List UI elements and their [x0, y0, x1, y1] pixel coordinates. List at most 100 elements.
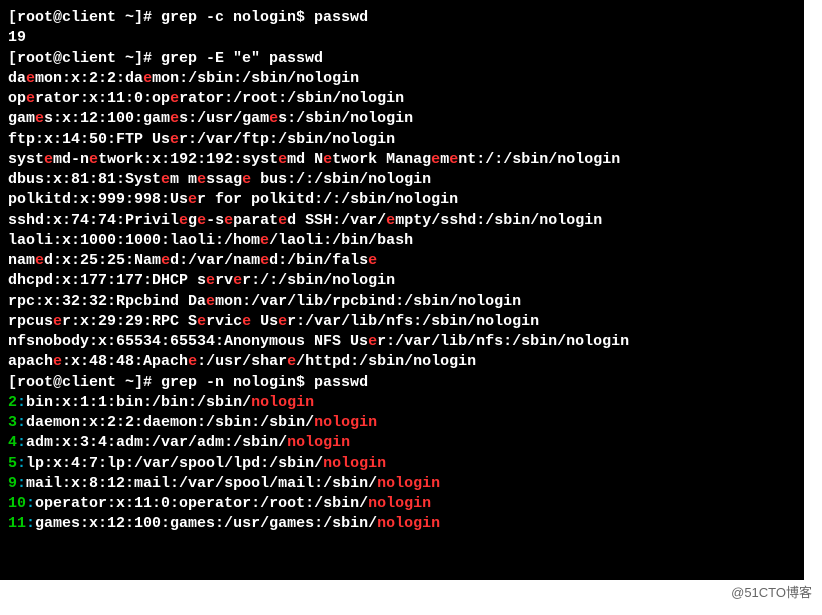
output-text: r:x:29:29:RPC S	[62, 313, 197, 330]
output-text: dhcpd:x:177:177:DHCP s	[8, 272, 206, 289]
match-highlight: e	[368, 252, 377, 269]
shell-prompt: [root@client ~]#	[8, 374, 161, 391]
grep-output-line: laoli:x:1000:1000:laoli:/home/laoli:/bin…	[8, 231, 796, 251]
grep-output-line: operator:x:11:0:operator:/root:/sbin/nol…	[8, 89, 796, 109]
output-text: op	[8, 90, 26, 107]
watermark-text: @51CTO博客	[0, 582, 822, 601]
line-number: 11	[8, 515, 26, 532]
match-highlight: e	[287, 353, 296, 370]
match-highlight: e	[431, 151, 440, 168]
output-text: nam	[8, 252, 35, 269]
output-text: rator:x:11:0:op	[35, 90, 170, 107]
output-text: d:x:25:25:Nam	[44, 252, 161, 269]
grep-numbered-line: 10:operator:x:11:0:operator:/root:/sbin/…	[8, 494, 796, 514]
match-highlight: e	[143, 70, 152, 87]
shell-prompt: [root@client ~]#	[8, 50, 161, 67]
output-text: da	[8, 70, 26, 87]
match-highlight: nologin	[251, 394, 314, 411]
output-text: rvic	[206, 313, 242, 330]
output-text: laoli:x:1000:1000:laoli:/hom	[8, 232, 260, 249]
grep-numbered-line: 11:games:x:12:100:games:/usr/games:/sbin…	[8, 514, 796, 534]
match-highlight: e	[269, 110, 278, 127]
match-highlight: nologin	[377, 475, 440, 492]
match-highlight: e	[242, 313, 251, 330]
output-text: gam	[8, 110, 35, 127]
output-text: s:/sbin/nologin	[278, 110, 413, 127]
match-highlight: e	[206, 293, 215, 310]
output-text: syst	[8, 151, 44, 168]
output-text: mon:x:2:2:da	[35, 70, 143, 87]
match-highlight: e	[260, 232, 269, 249]
match-highlight: e	[35, 252, 44, 269]
separator-colon: :	[17, 475, 26, 492]
separator-colon: :	[26, 495, 35, 512]
output-text: md N	[287, 151, 323, 168]
output-text: g	[188, 212, 197, 229]
output-text: m	[440, 151, 449, 168]
match-highlight: e	[242, 171, 251, 188]
terminal-window[interactable]: [root@client ~]# grep -c nologin$ passwd…	[0, 0, 804, 580]
separator-colon: :	[17, 434, 26, 451]
line-number: 9	[8, 475, 17, 492]
line-number: 5	[8, 455, 17, 472]
output-text: lp:x:4:7:lp:/var/spool/lpd:/sbin/	[26, 455, 323, 472]
output-text: rv	[215, 272, 233, 289]
output-text: rpc:x:32:32:Rpcbind Da	[8, 293, 206, 310]
output-text: r:/var/ftp:/sbin/nologin	[179, 131, 395, 148]
output-text: twork Manag	[332, 151, 431, 168]
grep-numbered-line: 5:lp:x:4:7:lp:/var/spool/lpd:/sbin/nolog…	[8, 454, 796, 474]
output-text: nt:/:/sbin/nologin	[458, 151, 620, 168]
prompt-line-1: [root@client ~]# grep -c nologin$ passwd	[8, 8, 796, 28]
match-highlight: e	[53, 313, 62, 330]
match-highlight: e	[386, 212, 395, 229]
match-highlight: e	[161, 252, 170, 269]
output-text: mpty/sshd:/sbin/nologin	[395, 212, 602, 229]
output-text: r:/var/lib/nfs:/sbin/nologin	[287, 313, 539, 330]
command-text: grep -n nologin$ passwd	[161, 374, 368, 391]
output-text: rator:/root:/sbin/nologin	[179, 90, 404, 107]
output-text: apach	[8, 353, 53, 370]
match-highlight: e	[53, 353, 62, 370]
prompt-line-3: [root@client ~]# grep -n nologin$ passwd	[8, 373, 796, 393]
match-highlight: e	[278, 151, 287, 168]
match-highlight: e	[224, 212, 233, 229]
match-highlight: e	[89, 151, 98, 168]
grep-output-line: systemd-network:x:192:192:systemd Networ…	[8, 150, 796, 170]
output-text: polkitd:x:999:998:Us	[8, 191, 188, 208]
output-text: /laoli:/bin/bash	[269, 232, 413, 249]
separator-colon: :	[17, 394, 26, 411]
command-text: grep -E "e" passwd	[161, 50, 323, 67]
separator-colon: :	[17, 455, 26, 472]
grep-output-line: games:x:12:100:games:/usr/games:/sbin/no…	[8, 109, 796, 129]
output-text: twork:x:192:192:syst	[98, 151, 278, 168]
line-number: 3	[8, 414, 17, 431]
output-text: mon:/var/lib/rpcbind:/sbin/nologin	[215, 293, 521, 310]
output-text: m m	[170, 171, 197, 188]
output-text: :/usr/shar	[197, 353, 287, 370]
grep-numbered-line: 2:bin:x:1:1:bin:/bin:/sbin/nologin	[8, 393, 796, 413]
output-text: r:/:/sbin/nologin	[242, 272, 395, 289]
output-text: operator:x:11:0:operator:/root:/sbin/	[35, 495, 368, 512]
separator-colon: :	[17, 414, 26, 431]
output-text: -s	[206, 212, 224, 229]
grep-output-line: nfsnobody:x:65534:65534:Anonymous NFS Us…	[8, 332, 796, 352]
match-highlight: e	[368, 333, 377, 350]
grep-numbered-line: 3:daemon:x:2:2:daemon:/sbin:/sbin/nologi…	[8, 413, 796, 433]
match-highlight: e	[188, 353, 197, 370]
match-highlight: e	[44, 151, 53, 168]
output-text: /httpd:/sbin/nologin	[296, 353, 476, 370]
output-text: bin:x:1:1:bin:/bin:/sbin/	[26, 394, 251, 411]
match-highlight: e	[161, 171, 170, 188]
grep-output-line: dhcpd:x:177:177:DHCP server:/:/sbin/nolo…	[8, 271, 796, 291]
output-text: sshd:x:74:74:Privil	[8, 212, 179, 229]
output-text: d:/var/nam	[170, 252, 260, 269]
match-highlight: e	[260, 252, 269, 269]
grep-output-line: dbus:x:81:81:System message bus:/:/sbin/…	[8, 170, 796, 190]
match-highlight: e	[197, 313, 206, 330]
output-text: s:/usr/gam	[179, 110, 269, 127]
separator-colon: :	[26, 515, 35, 532]
output-text: dbus:x:81:81:Syst	[8, 171, 161, 188]
output-text: rpcus	[8, 313, 53, 330]
line-number: 4	[8, 434, 17, 451]
match-highlight: e	[179, 212, 188, 229]
